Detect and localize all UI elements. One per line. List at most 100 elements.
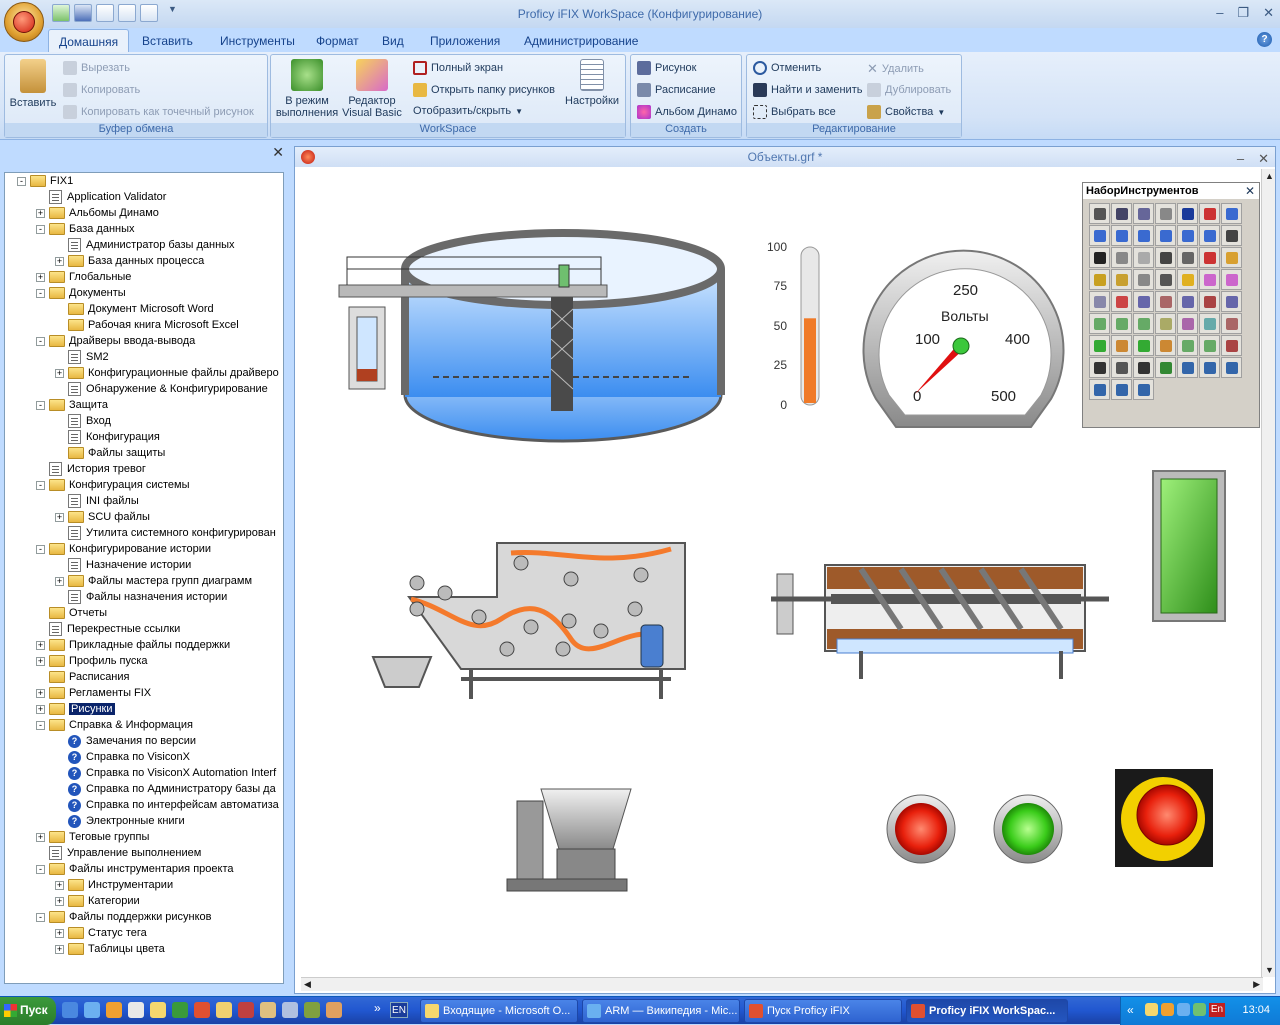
toolbox-tool[interactable] [1155,291,1176,312]
expand-icon[interactable]: + [55,880,64,890]
toolbox-tool[interactable] [1155,225,1176,246]
mail-icon[interactable] [1145,1003,1158,1016]
start-button[interactable]: Пуск [0,997,56,1025]
tree-item[interactable]: Назначение истории [55,557,191,573]
tree-item[interactable]: + Таблицы цвета [55,941,165,957]
new-picture-button[interactable]: Рисунок [637,61,697,75]
paste-button[interactable]: Вставить [9,59,57,109]
toolbox-tool[interactable] [1111,269,1132,290]
toolbox-tool[interactable] [1089,313,1110,334]
explorer-icon[interactable] [84,1002,100,1018]
tree-item[interactable]: Документ Microsoft Word [55,301,214,317]
toolbox-tool[interactable] [1155,335,1176,356]
tree-item[interactable]: Рабочая книга Microsoft Excel [55,317,239,333]
toolbox-tool[interactable] [1221,269,1242,290]
expand-icon[interactable]: + [36,656,45,666]
collapse-icon[interactable]: - [17,176,26,186]
settings-button[interactable]: Настройки [561,59,623,107]
toolbox-tool[interactable] [1155,357,1176,378]
help-icon[interactable]: ? [1257,32,1272,47]
folder-icon[interactable] [150,1002,166,1018]
toolbox-tool[interactable] [1133,225,1154,246]
open-folder-button[interactable]: Открыть папку рисунков [413,83,555,97]
toolbox-tool[interactable] [1089,357,1110,378]
tree-item[interactable]: - Файлы инструментария проекта [36,861,233,877]
emergency-stop-button[interactable] [1115,769,1213,867]
tree-item[interactable]: История тревог [36,461,146,477]
tab-format[interactable]: Формат [306,32,369,50]
new-dynamo-button[interactable]: Альбом Динамо [637,105,737,119]
collapse-icon[interactable]: - [36,480,45,490]
expand-icon[interactable]: + [55,368,64,378]
toolbox-tool[interactable] [1133,313,1154,334]
tree-item[interactable]: + Категории [55,893,140,909]
hopper-feeder[interactable] [506,788,632,892]
taskbar-item-active[interactable]: Proficy iFIX WorkSpac... [906,999,1068,1023]
tab-insert[interactable]: Вставить [132,32,203,50]
tree-item[interactable]: Отчеты [36,605,107,621]
expand-icon[interactable]: + [55,944,64,954]
outlook-tray-icon[interactable] [1161,1003,1174,1016]
toolbox-tool[interactable] [1199,335,1220,356]
toolbox-tool[interactable] [1177,225,1198,246]
app-icon[interactable] [282,1002,298,1018]
application-button[interactable] [4,2,44,42]
expand-icon[interactable]: + [36,208,45,218]
thermometer[interactable]: 100 75 50 25 0 [767,240,820,412]
tree-item[interactable]: + SCU файлы [55,509,150,525]
show-hide-button[interactable]: Отобразить/скрыть ▼ [413,105,523,117]
app-icon[interactable] [194,1002,210,1018]
green-toggle-switch[interactable] [1152,470,1226,622]
tree-item[interactable]: + Глобальные [36,269,131,285]
close-icon[interactable]: ✕ [1245,184,1255,198]
tree-item[interactable]: - FIX1 [17,173,73,189]
tree-item[interactable]: + Регламенты FIX [36,685,151,701]
tree-item[interactable]: - Защита [36,397,108,413]
duplicate-button[interactable]: Дублировать [867,83,951,97]
tab-tools[interactable]: Инструменты [210,32,305,50]
toolbox-tool[interactable] [1199,225,1220,246]
toolbox-tool[interactable] [1089,203,1110,224]
expand-icon[interactable]: + [36,704,45,714]
toolbox-tool[interactable] [1221,247,1242,268]
desktop-icon[interactable] [128,1002,144,1018]
tree-item[interactable]: + Файлы мастера групп диаграмм [55,573,252,589]
expand-icon[interactable]: + [36,688,45,698]
toolbox-tool[interactable] [1155,247,1176,268]
tree-item[interactable]: + База данных процесса [55,253,204,269]
tab-applications[interactable]: Приложения [420,32,510,50]
toolbox-tool[interactable] [1111,247,1132,268]
tree-item[interactable]: - Файлы поддержки рисунков [36,909,212,925]
collapse-icon[interactable]: - [36,400,45,410]
tree-item[interactable]: Управление выполнением [36,845,201,861]
clarifier-tank[interactable] [338,229,725,443]
help-app-icon[interactable] [216,1002,232,1018]
restore-icon[interactable]: ❐ [1237,5,1249,21]
scroll-up-icon[interactable]: ▲ [1265,171,1274,181]
expand-icon[interactable]: + [55,256,64,266]
expand-icon[interactable]: + [55,896,64,906]
tree-item[interactable]: + Прикладные файлы поддержки [36,637,230,653]
toolbox-tool[interactable] [1221,203,1242,224]
vb-editor-button[interactable]: Редактор Visual Basic [341,59,403,119]
tree-item[interactable]: Перекрестные ссылки [36,621,180,637]
toolbox-tool[interactable] [1089,225,1110,246]
runtime-button[interactable]: В режим выполнения [275,59,339,119]
toolbox-tool[interactable] [1177,269,1198,290]
cut-button[interactable]: Вырезать [63,61,130,75]
tab-administration[interactable]: Администрирование [514,32,648,50]
delete-button[interactable]: ✕ Удалить [867,61,924,77]
tree-item[interactable]: SM2 [55,349,109,365]
taskbar-item[interactable]: Пуск Proficy iFIX [744,999,902,1023]
copy-bitmap-button[interactable]: Копировать как точечный рисунок [63,105,254,119]
toolbox-tool[interactable] [1199,357,1220,378]
toolbox-tool[interactable] [1177,357,1198,378]
tree-item[interactable]: + Теговые группы [36,829,149,845]
toolbox-tool[interactable] [1133,247,1154,268]
collapse-icon[interactable]: - [36,336,45,346]
toolbox-tool[interactable] [1177,247,1198,268]
toolbox-tool[interactable] [1111,313,1132,334]
tab-view[interactable]: Вид [372,32,414,50]
new-schedule-button[interactable]: Расписание [637,83,716,97]
expand-icon[interactable]: + [36,832,45,842]
